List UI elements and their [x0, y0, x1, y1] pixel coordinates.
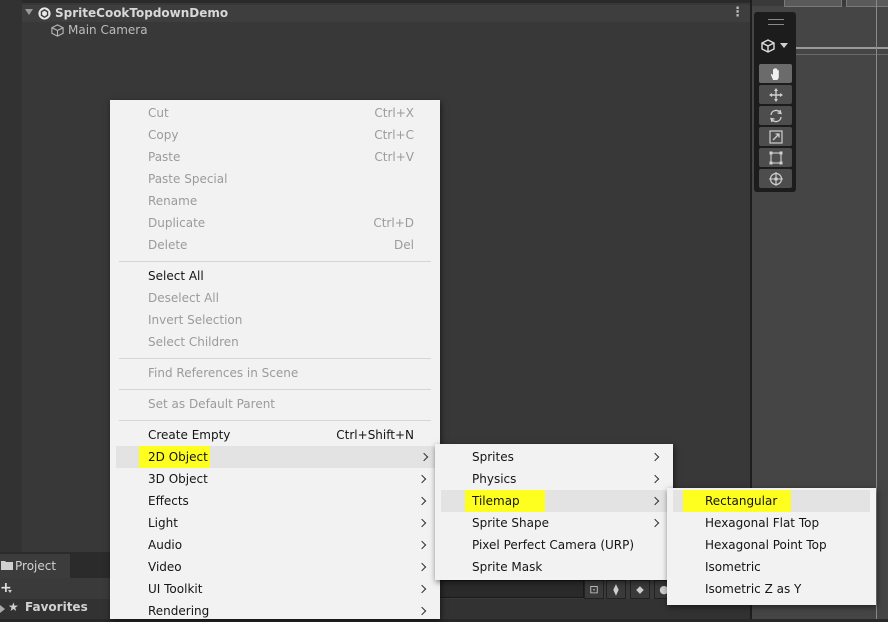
gameobject-name: Main Camera	[68, 23, 148, 37]
tab-label: Project	[15, 559, 57, 573]
submenu-arrow-icon	[649, 446, 661, 468]
unity-scene-icon	[38, 7, 51, 20]
hierarchy-gutter	[0, 0, 22, 552]
menu-item-set-default-parent[interactable]: Set as Default Parent	[110, 393, 440, 415]
menu-item-ui-toolkit[interactable]: UI Toolkit	[110, 578, 440, 600]
drag-handle-icon[interactable]	[768, 19, 784, 25]
search-by-type-button[interactable]: ⊡	[584, 580, 604, 599]
move-tool-icon	[768, 87, 783, 102]
submenu-2d-object: Sprites Physics Tilemap Sprite Shape Pix…	[435, 444, 673, 580]
menu-item-isometric[interactable]: Isometric	[667, 556, 876, 578]
menu-separator	[119, 420, 431, 421]
scene-name: SpriteCookTopdownDemo	[55, 6, 229, 20]
menu-item-tilemap[interactable]: Tilemap	[441, 490, 667, 512]
menu-item-paste-special[interactable]: Paste Special	[110, 168, 440, 190]
search-by-label-button[interactable]: ⧫	[606, 580, 626, 599]
tag-icon: ⧫	[613, 583, 619, 596]
favorites-label: Favorites	[25, 600, 88, 614]
menu-item-2d-object[interactable]: 2D Object	[116, 446, 436, 468]
hierarchy-scene-row[interactable]: SpriteCookTopdownDemo ⋮	[22, 5, 750, 22]
submenu-arrow-icon	[416, 468, 428, 490]
menu-item-pixel-perfect-camera[interactable]: Pixel Perfect Camera (URP)	[435, 534, 673, 556]
submenu-arrow-icon	[416, 578, 428, 600]
tab-project[interactable]: Project	[0, 554, 70, 578]
scene-grid-line	[876, 0, 877, 619]
menu-item-sprites[interactable]: Sprites	[435, 446, 673, 468]
gameobject-cube-icon	[51, 24, 64, 37]
move-tool-button[interactable]	[759, 85, 792, 104]
submenu-arrow-icon	[649, 490, 661, 512]
menu-item-find-references[interactable]: Find References in Scene	[110, 362, 440, 384]
scale-tool-icon	[768, 129, 783, 144]
add-asset-button[interactable]: +	[0, 580, 12, 596]
submenu-arrow-icon	[416, 556, 428, 578]
menu-item-rename[interactable]: Rename	[110, 190, 440, 212]
menu-item-copy[interactable]: Copy Ctrl+C	[110, 124, 440, 146]
expand-arrow-icon[interactable]	[25, 9, 33, 15]
gameobject-cube-icon[interactable]	[760, 38, 776, 54]
menu-item-physics[interactable]: Physics	[435, 468, 673, 490]
hand-tool-button[interactable]	[759, 64, 792, 83]
menu-item-video[interactable]: Video	[110, 556, 440, 578]
menu-item-paste[interactable]: Paste Ctrl+V	[110, 146, 440, 168]
rotate-tool-icon	[769, 109, 782, 122]
menu-item-deselect-all[interactable]: Deselect All	[110, 287, 440, 309]
menu-item-isometric-z-as-y[interactable]: Isometric Z as Y	[667, 578, 876, 600]
star-icon: ★	[8, 600, 19, 614]
local-global-dropdown[interactable]	[846, 0, 888, 7]
search-input[interactable]	[436, 580, 584, 598]
hierarchy-top-edge	[22, 0, 750, 3]
menu-item-create-empty[interactable]: Create Empty Ctrl+Shift+N	[110, 424, 440, 446]
menu-item-light[interactable]: Light	[110, 512, 440, 534]
hand-tool-icon	[770, 67, 779, 80]
submenu-arrow-icon	[649, 468, 661, 490]
menu-item-duplicate[interactable]: Duplicate Ctrl+D	[110, 212, 440, 234]
scene-tools-overlay	[754, 12, 796, 192]
menu-item-hexagonal-flat-top[interactable]: Hexagonal Flat Top	[667, 512, 876, 534]
menu-item-hexagonal-point-top[interactable]: Hexagonal Point Top	[667, 534, 876, 556]
hierarchy-item-main-camera[interactable]: Main Camera	[22, 22, 750, 39]
star-outline-icon: ⬥	[636, 582, 644, 596]
menu-item-sprite-mask[interactable]: Sprite Mask	[435, 556, 673, 578]
menu-item-select-all[interactable]: Select All	[110, 265, 440, 287]
pivot-center-dropdown[interactable]	[784, 0, 842, 7]
filter-icon: ⊡	[589, 583, 599, 596]
menu-separator	[119, 389, 431, 390]
menu-item-delete[interactable]: Delete Del	[110, 234, 440, 256]
submenu-arrow-icon	[418, 446, 430, 468]
submenu-arrow-icon	[416, 534, 428, 556]
submenu-tilemap: Rectangular Hexagonal Flat Top Hexagonal…	[667, 488, 876, 605]
chevron-down-icon[interactable]	[8, 590, 12, 593]
submenu-arrow-icon	[416, 490, 428, 512]
kebab-menu-icon[interactable]: ⋮	[731, 5, 744, 21]
menu-item-rectangular[interactable]: Rectangular	[673, 490, 870, 512]
menu-separator	[119, 261, 431, 262]
rect-tool-button[interactable]	[759, 148, 792, 167]
save-search-button[interactable]: ⬥	[630, 580, 650, 599]
menu-item-cut[interactable]: Cut Ctrl+X	[110, 102, 440, 124]
submenu-arrow-icon	[649, 512, 661, 534]
expand-arrow-icon[interactable]	[0, 605, 5, 613]
menu-item-effects[interactable]: Effects	[110, 490, 440, 512]
menu-item-sprite-shape[interactable]: Sprite Shape	[435, 512, 673, 534]
transform-tool-icon	[768, 171, 783, 186]
menu-separator	[119, 358, 431, 359]
hierarchy-context-menu: Cut Ctrl+X Copy Ctrl+C Paste Ctrl+V Past…	[110, 100, 440, 619]
menu-item-select-children[interactable]: Select Children	[110, 331, 440, 353]
folder-icon	[1, 561, 13, 570]
menu-item-invert-selection[interactable]: Invert Selection	[110, 309, 440, 331]
rotate-tool-button[interactable]	[759, 106, 792, 125]
scale-tool-button[interactable]	[759, 127, 792, 146]
chevron-down-icon[interactable]	[780, 43, 788, 48]
menu-item-3d-object[interactable]: 3D Object	[110, 468, 440, 490]
submenu-arrow-icon	[416, 512, 428, 534]
rect-tool-icon	[769, 151, 782, 164]
menu-item-audio[interactable]: Audio	[110, 534, 440, 556]
transform-tool-button[interactable]	[759, 169, 792, 188]
